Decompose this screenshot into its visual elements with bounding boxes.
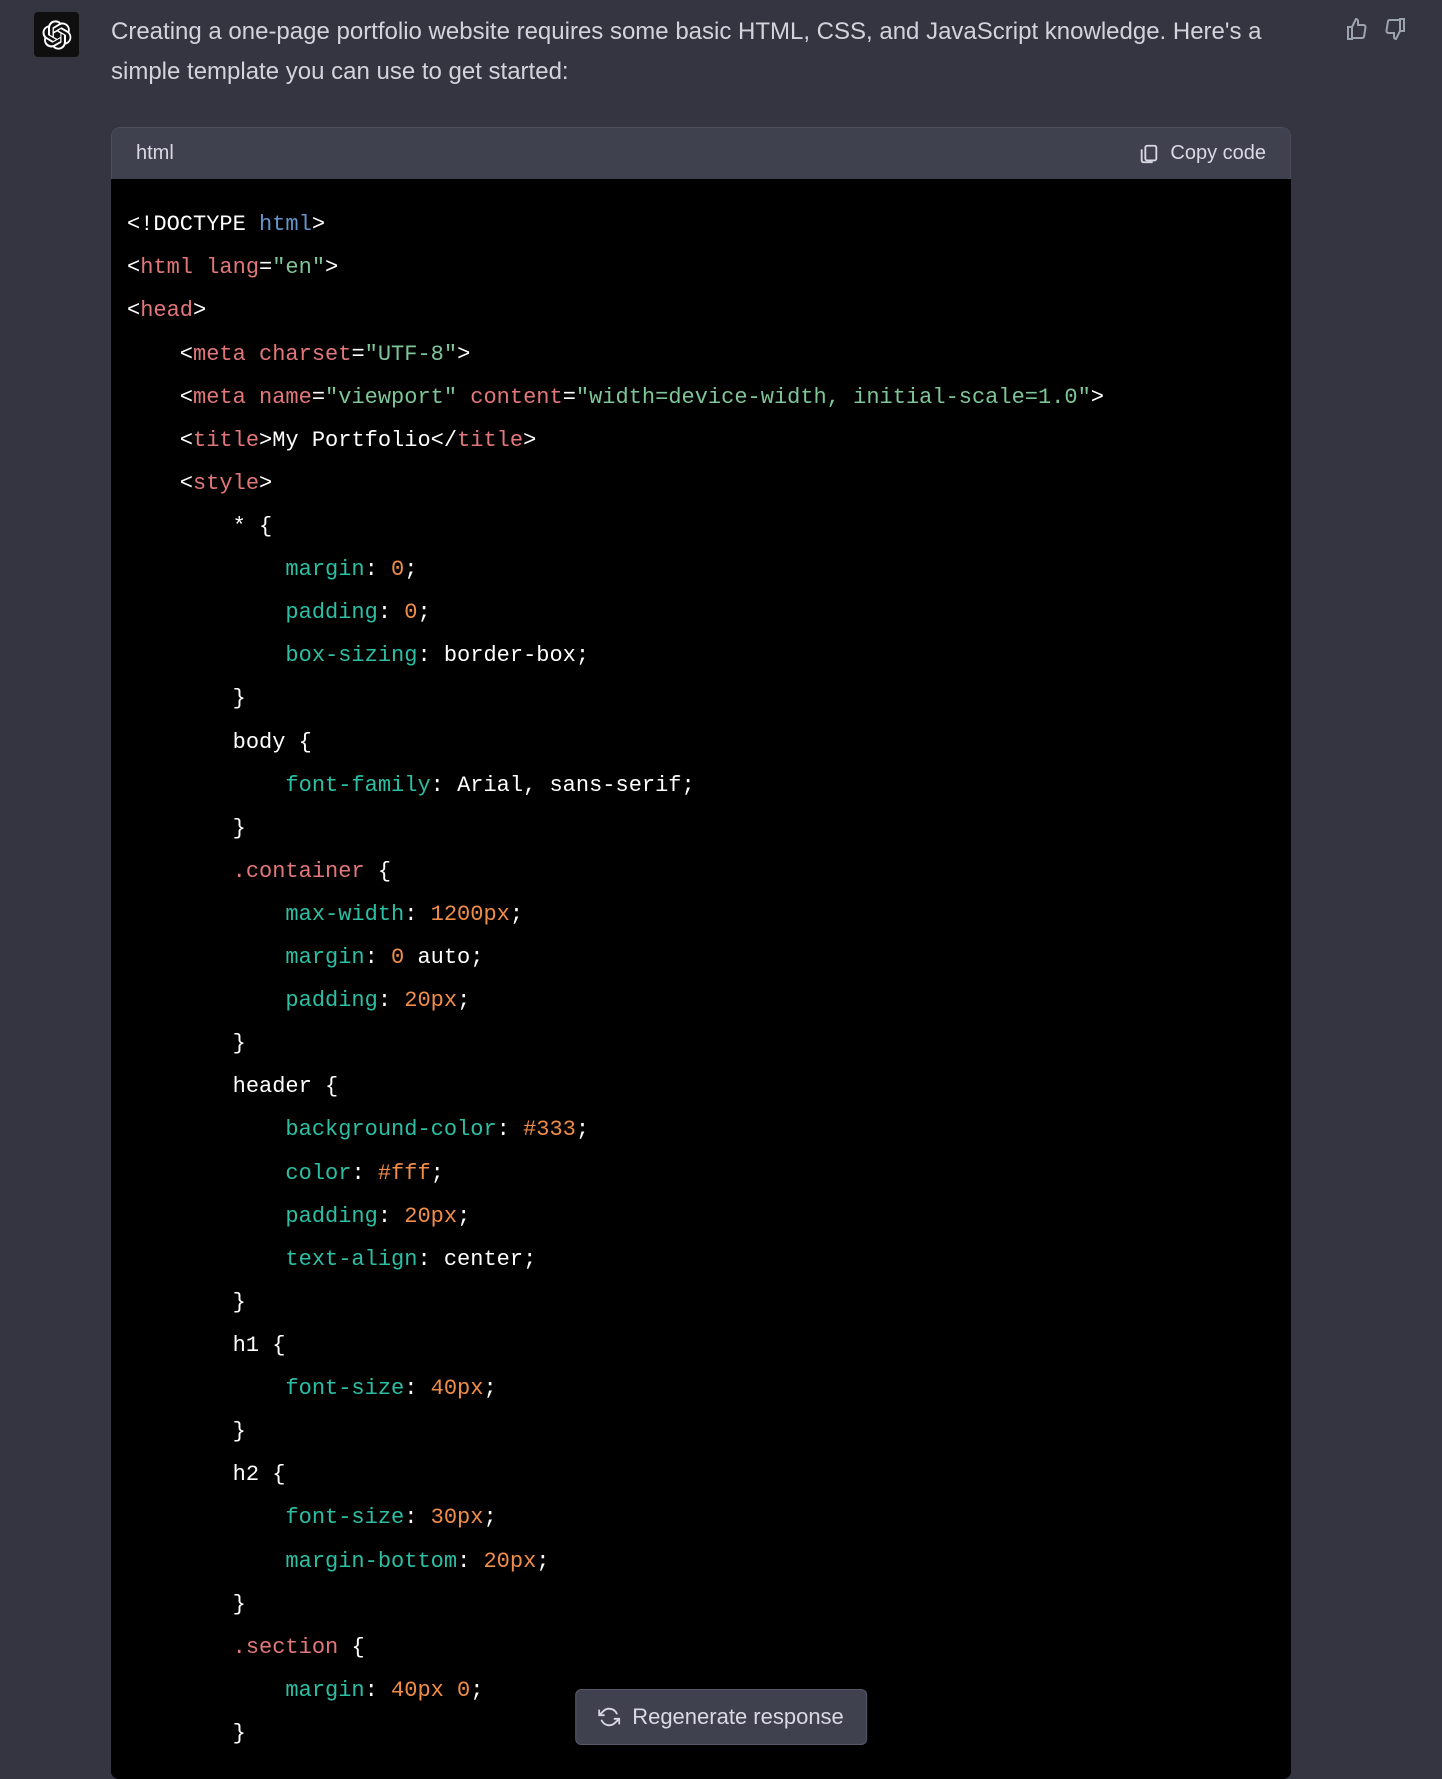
code-header: html Copy code bbox=[111, 127, 1291, 179]
feedback-buttons bbox=[1344, 16, 1408, 42]
message-content: Creating a one-page portfolio website re… bbox=[111, 12, 1312, 1779]
copy-code-label: Copy code bbox=[1170, 142, 1266, 165]
assistant-avatar bbox=[34, 12, 79, 57]
code-language-label: html bbox=[136, 142, 174, 165]
thumbs-down-button[interactable] bbox=[1382, 16, 1408, 42]
code-body[interactable]: <!DOCTYPE html> <html lang="en"> <head> … bbox=[111, 179, 1291, 1779]
copy-code-button[interactable]: Copy code bbox=[1138, 142, 1266, 165]
thumbs-up-icon bbox=[1345, 17, 1369, 41]
thumbs-up-button[interactable] bbox=[1344, 16, 1370, 42]
intro-text: Creating a one-page portfolio website re… bbox=[111, 12, 1291, 91]
thumbs-down-icon bbox=[1383, 17, 1407, 41]
refresh-icon bbox=[598, 1706, 620, 1728]
code-block: html Copy code <!DOCTYPE html> <html lan… bbox=[111, 127, 1291, 1779]
openai-logo-icon bbox=[42, 20, 72, 50]
clipboard-icon bbox=[1138, 143, 1160, 165]
assistant-message: Creating a one-page portfolio website re… bbox=[34, 12, 1408, 1779]
regenerate-button[interactable]: Regenerate response bbox=[575, 1689, 867, 1745]
regenerate-label: Regenerate response bbox=[632, 1704, 844, 1730]
